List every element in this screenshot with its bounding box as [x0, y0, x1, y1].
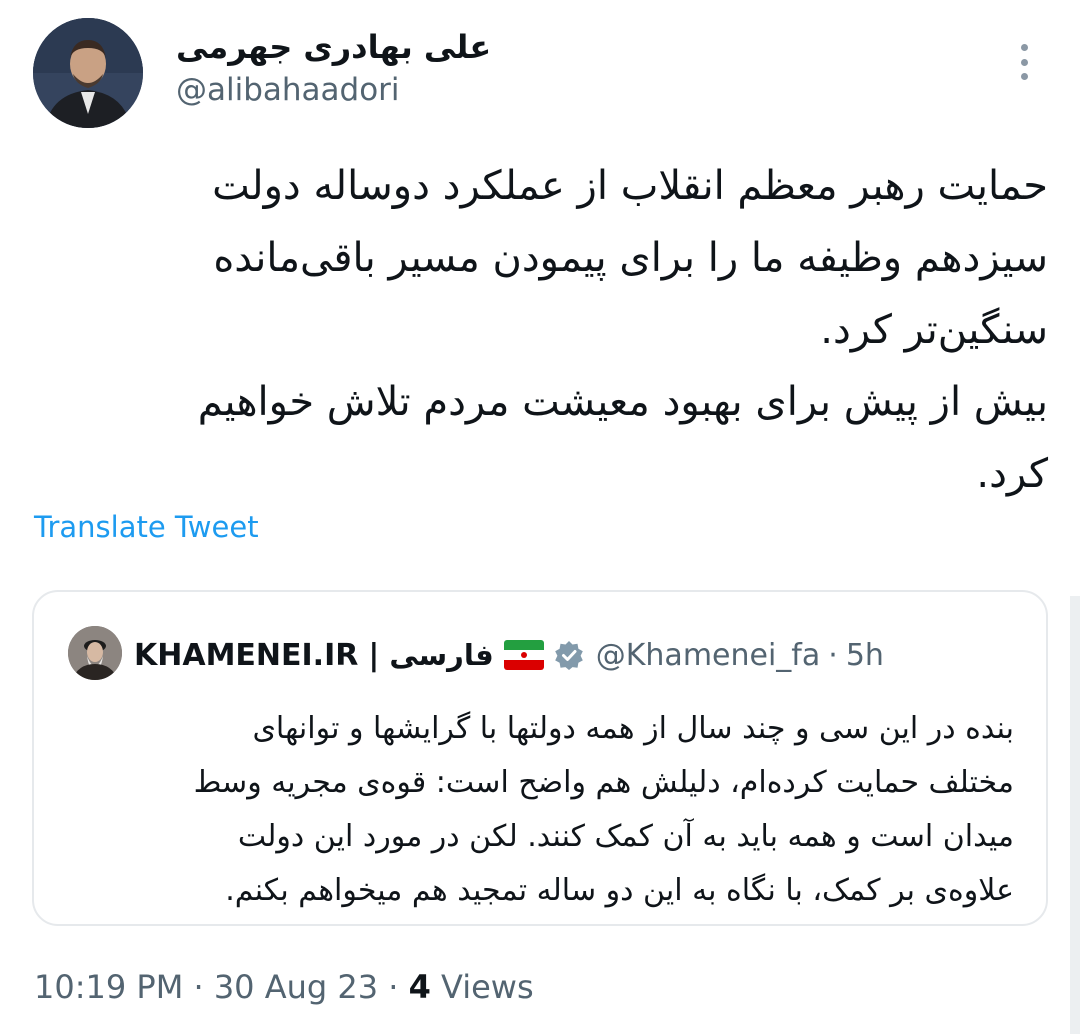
- verified-badge-icon: [554, 640, 584, 670]
- quoted-body-line: علاوه‌ی بر کمک، با نگاه به این دو ساله ت…: [225, 873, 1014, 908]
- tweet-body-line: بیش از پیش برای بهبود معیشت مردم تلاش خو…: [197, 379, 1048, 425]
- quoted-author-handle[interactable]: @Khamenei_fa: [596, 638, 821, 673]
- scrollbar[interactable]: [1070, 596, 1080, 1034]
- views-label: Views: [430, 968, 534, 1006]
- quoted-separator-dot: ·: [828, 637, 838, 673]
- quoted-tweet-body: بنده در این سی و چند سال از همه دولتها ب…: [54, 702, 1014, 918]
- quoted-author-name-farsi[interactable]: فارسی: [389, 638, 493, 672]
- meta-separator: ·: [378, 968, 409, 1006]
- quoted-body-line: میدان است و همه باید به آن کمک کنند. لکن…: [237, 819, 1014, 854]
- more-dot: [1020, 58, 1028, 66]
- more-vertical-icon[interactable]: [1006, 40, 1042, 84]
- author-avatar[interactable]: [33, 18, 143, 128]
- quoted-avatar-image: [68, 626, 122, 680]
- quoted-header: KHAMENEI.IR | فارسی @Khamenei_fa · 5h: [134, 630, 884, 680]
- translate-tweet-link[interactable]: Translate Tweet: [34, 510, 259, 544]
- quoted-timestamp[interactable]: 5h: [846, 638, 884, 673]
- tweet-body-line: سنگین‌تر کرد.: [820, 307, 1048, 353]
- quoted-body-line: مختلف حمایت کرده‌ام، دلیلش هم واضح است: …: [193, 765, 1014, 800]
- more-dot: [1020, 73, 1028, 80]
- tweet-body-line: سیزدهم وظیفه ما را برای پیمودن مسیر باقی…: [213, 235, 1048, 281]
- author-handle[interactable]: @alibahaadori: [176, 72, 400, 108]
- tweet-body: حمایت رهبر معظم انقلاب از عملکرد دوساله …: [48, 150, 1048, 510]
- meta-separator: ·: [183, 968, 214, 1006]
- more-dot: [1020, 44, 1028, 51]
- quoted-author-name[interactable]: KHAMENEI.IR: [134, 638, 358, 673]
- tweet-meta: 10:19 PM · 30 Aug 23 · 4 Views: [34, 968, 534, 1006]
- tweet-body-line: حمایت رهبر معظم انقلاب از عملکرد دوساله …: [212, 163, 1048, 209]
- author-name[interactable]: علی بهادری جهرمی: [176, 28, 491, 66]
- author-avatar-image: [33, 18, 143, 128]
- quoted-body-line: بنده در این سی و چند سال از همه دولتها ب…: [252, 711, 1014, 746]
- views-count: 4: [408, 968, 431, 1006]
- quoted-author-avatar[interactable]: [68, 626, 122, 680]
- quoted-tweet-card[interactable]: KHAMENEI.IR | فارسی @Khamenei_fa · 5h بن…: [32, 590, 1048, 926]
- tweet-body-line: کرد.: [976, 451, 1048, 497]
- tweet-time[interactable]: 10:19 PM: [34, 968, 183, 1006]
- iran-flag-icon: [503, 640, 544, 670]
- tweet-date[interactable]: 30 Aug 23: [214, 968, 378, 1006]
- quoted-name-separator: |: [368, 637, 380, 673]
- tweet-detail: علی بهادری جهرمی @alibahaadori حمایت رهب…: [0, 0, 1080, 1034]
